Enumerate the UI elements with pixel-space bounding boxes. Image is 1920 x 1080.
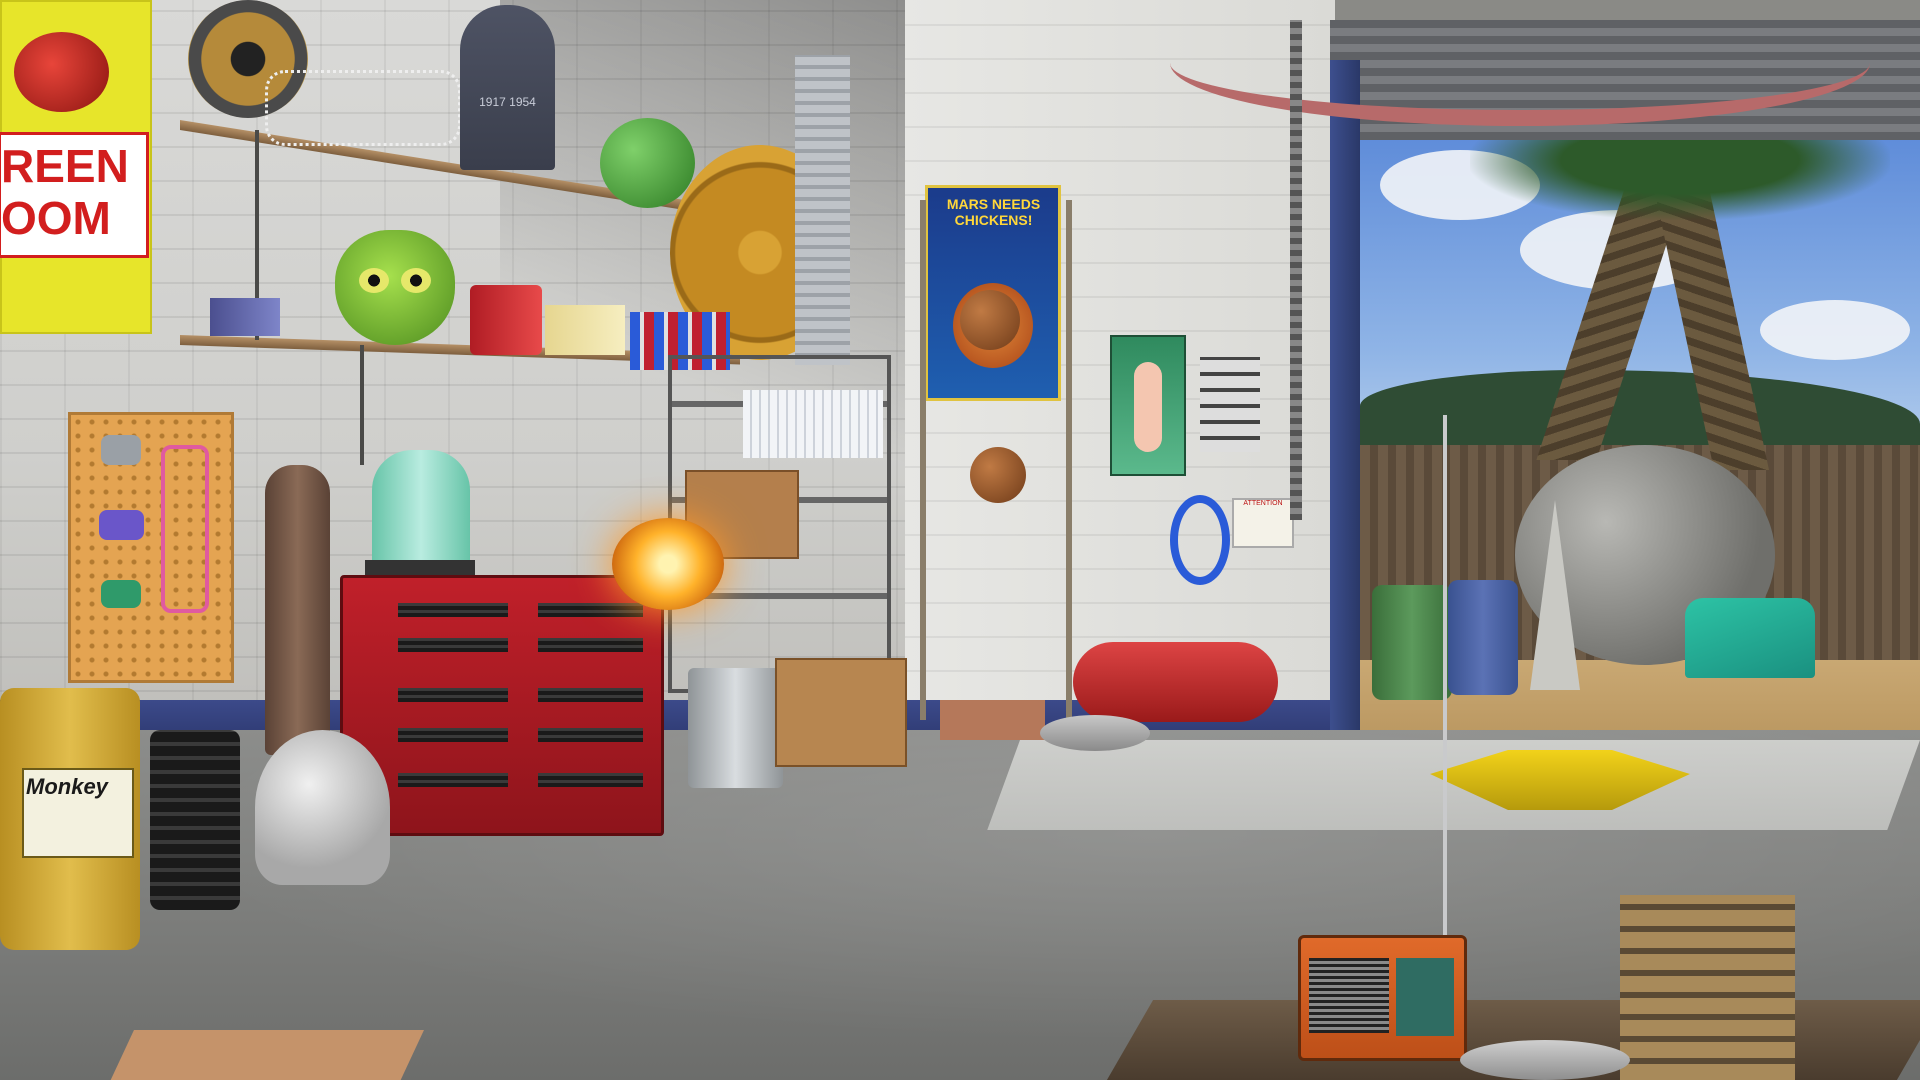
shelf-bracket [360,345,364,465]
toolchest-drawer[interactable] [538,773,643,787]
alien-eye [359,268,389,293]
poster-figure [1134,362,1162,452]
open-cardboard-box[interactable] [106,1030,424,1080]
skeleton-icon[interactable] [265,70,461,146]
sculpture-sphere[interactable] [970,447,1026,503]
paint-cans[interactable] [210,298,280,336]
tombstone[interactable]: 1917 1954 [460,5,555,170]
pinup-poster[interactable] [1110,335,1186,476]
barrel-label: Monkey [22,768,134,858]
cloud [1760,300,1910,360]
hanging-chain[interactable] [1290,20,1302,520]
toolchest-drawer[interactable] [538,688,643,702]
radio-dial[interactable] [1396,958,1454,1036]
toolchest-drawer[interactable] [398,688,508,702]
photo-strips[interactable] [1200,357,1260,452]
radio-icon[interactable] [1298,935,1467,1061]
toolchest-drawer[interactable] [538,638,643,652]
poster-title-line2: OOM [1,192,111,244]
poster-banner: REEN OOM [0,132,149,258]
toolchest-drawer[interactable] [398,638,508,652]
toolchest-drawer[interactable] [398,603,508,617]
metal-cans[interactable] [688,668,783,788]
pegboard [68,412,234,683]
metal-bowl[interactable] [1460,1040,1630,1080]
jars[interactable] [545,305,625,355]
sculpture-sphere[interactable] [960,290,1020,350]
toolchest-drawer[interactable] [398,773,508,787]
toolchest-drawer[interactable] [538,728,643,742]
sunlight-patch [987,740,1920,830]
sculpture-base [940,700,1045,740]
radio-antenna [1443,415,1447,940]
rocket-icon[interactable] [1530,500,1580,690]
overhead-hose[interactable] [1170,0,1870,126]
green-ball[interactable] [600,118,695,208]
monkey-barrel[interactable]: Monkey [0,688,140,950]
yard-barrel-blue[interactable] [1448,580,1518,695]
coffee-can[interactable] [470,285,542,355]
toolchest-drawer[interactable] [398,728,508,742]
door-frame [1330,60,1360,740]
tombstone-text: 1917 1954 [479,95,536,109]
tire-stack[interactable] [150,730,240,910]
yard-barrel-green[interactable] [1372,585,1452,700]
attention-sign[interactable]: ATTENTION [1232,498,1294,548]
ray-gun-icon[interactable] [101,435,141,465]
model-building[interactable] [1620,895,1795,1080]
attention-sign-text: ATTENTION [1243,500,1283,507]
radio-speaker-grill [1309,958,1389,1033]
air-compressor[interactable] [1073,642,1278,722]
glowing-orb-icon[interactable] [612,518,724,610]
white-basket[interactable] [743,390,883,458]
poster-title-line1: REEN [1,140,129,192]
green-boom-poster[interactable]: REEN OOM [0,0,152,334]
game-scene: REEN OOM 1917 1954 Monkey MARS NEEDS CHI… [0,0,1920,1080]
poster-blob-image [14,32,109,112]
green-hatch[interactable] [1685,598,1815,678]
cardboard-box[interactable] [775,658,907,767]
space-helmet[interactable] [255,730,390,885]
alien-head-icon[interactable] [335,230,455,345]
specimen-jar[interactable] [372,450,470,570]
metal-pan[interactable] [1040,715,1150,751]
skyscraper-model[interactable] [795,55,850,365]
blue-hose[interactable] [1170,495,1230,585]
alien-eye [401,268,431,293]
toolchest-drawer[interactable] [538,603,643,617]
gas-cylinder[interactable] [265,465,330,755]
ray-gun-icon[interactable] [101,580,141,608]
ray-gun-icon[interactable] [99,510,144,540]
pink-tool[interactable] [161,445,209,613]
